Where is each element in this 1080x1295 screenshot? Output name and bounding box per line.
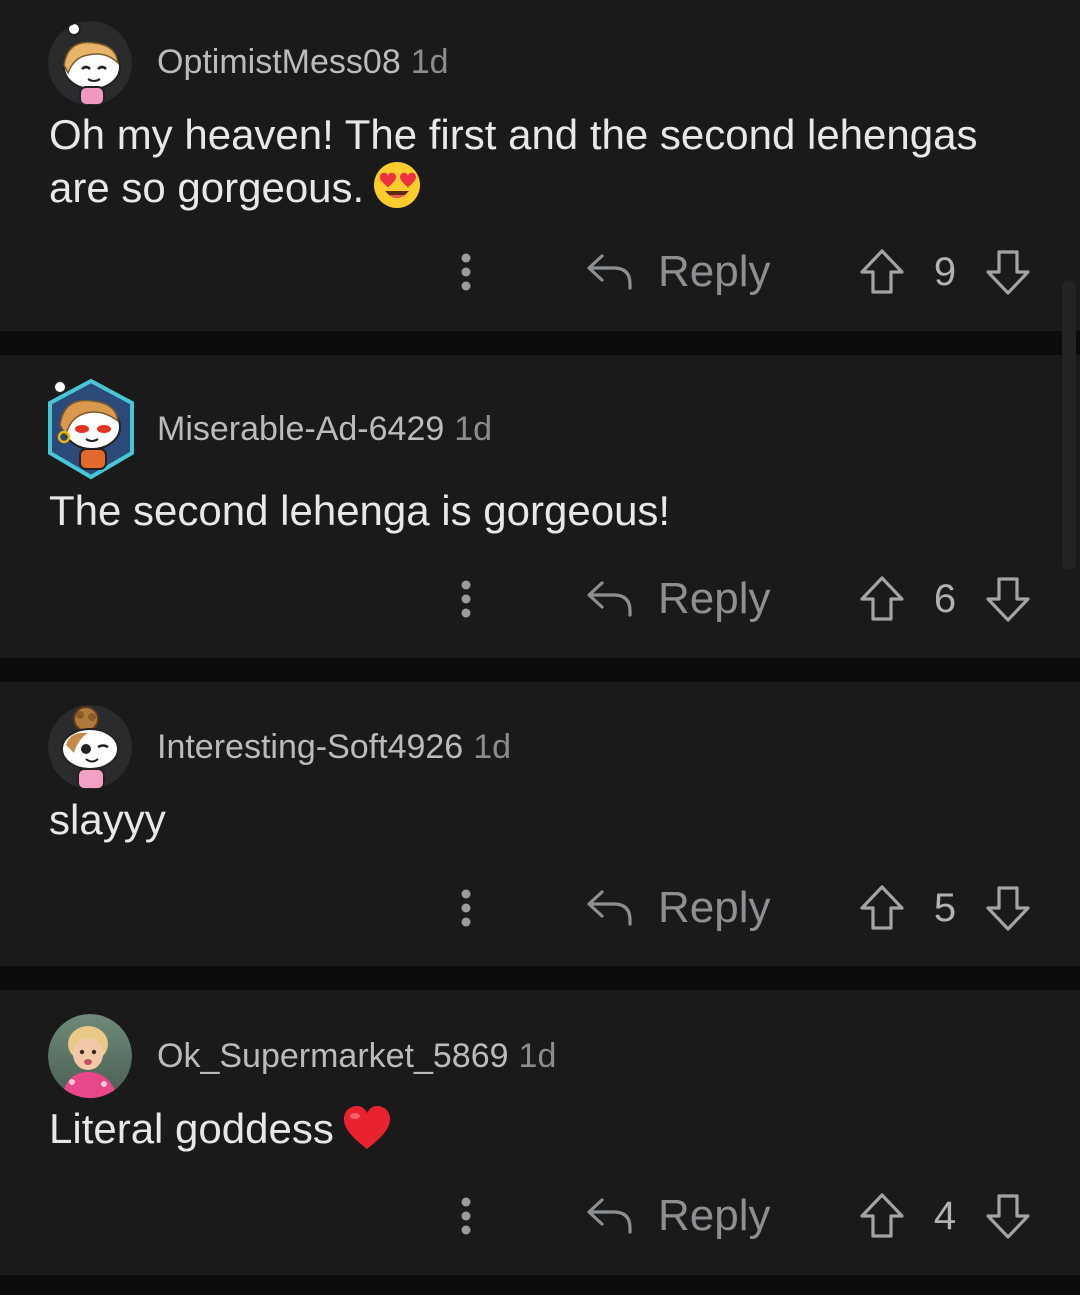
- downvote-arrow-icon: [986, 577, 1030, 622]
- upvote-arrow-icon: [860, 576, 904, 621]
- vote-score: 6: [933, 577, 957, 621]
- more-options-button[interactable]: [448, 1192, 484, 1240]
- comment-text: slayyy: [49, 796, 166, 843]
- reply-button[interactable]: Reply: [584, 1186, 784, 1246]
- scrollbar[interactable]: [1062, 280, 1076, 570]
- downvote-arrow-icon: [986, 886, 1030, 931]
- more-vertical-icon: [461, 1197, 471, 1235]
- reply-button[interactable]: Reply: [584, 569, 784, 629]
- upvote-arrow-icon: [860, 249, 904, 294]
- vote-score: 4: [933, 1194, 957, 1238]
- reply-arrow-icon: [587, 254, 632, 290]
- snoo-avatar-icon: [48, 378, 134, 480]
- vote-score: 5: [933, 886, 957, 930]
- reply-arrow-icon: [587, 1198, 632, 1234]
- comment: Miserable-Ad-6429 1d The second lehenga i…: [0, 355, 1080, 658]
- comment-age: 1d: [473, 728, 512, 766]
- upvote-button[interactable]: [856, 1190, 908, 1242]
- comment-body: The second lehenga is gorgeous!: [49, 486, 1040, 536]
- avatar[interactable]: [48, 21, 132, 105]
- heart-eyes-emoji-icon: [372, 160, 422, 221]
- vote-score: 9: [933, 250, 957, 294]
- comment-age: 1d: [454, 410, 493, 448]
- reply-button[interactable]: Reply: [584, 878, 784, 938]
- downvote-button[interactable]: [982, 1190, 1034, 1242]
- reply-arrow-icon: [587, 890, 632, 926]
- upvote-button[interactable]: [856, 246, 908, 298]
- comment-text: Literal goddess: [49, 1105, 334, 1152]
- reply-arrow-icon: [587, 581, 632, 617]
- more-vertical-icon: [461, 580, 471, 618]
- snoo-avatar-icon: [48, 705, 132, 789]
- upvote-arrow-icon: [860, 885, 904, 930]
- comment: Interesting-Soft4926 1d slayyy Reply 5: [0, 682, 1080, 966]
- more-vertical-icon: [461, 253, 471, 291]
- avatar[interactable]: [46, 377, 136, 481]
- downvote-button[interactable]: [982, 246, 1034, 298]
- snoo-avatar-icon: [48, 21, 132, 105]
- comment-actions: Reply 4: [0, 1186, 1080, 1246]
- comment-meta: Ok_Supermarket_5869 1d: [157, 1036, 556, 1076]
- reply-label: Reply: [658, 883, 771, 932]
- red-heart-emoji-icon: [342, 1105, 392, 1162]
- comment-actions: Reply 5: [0, 878, 1080, 938]
- upvote-button[interactable]: [856, 882, 908, 934]
- comment: Ok_Supermarket_5869 1d Literal goddess Re…: [0, 990, 1080, 1275]
- upvote-arrow-icon: [860, 1193, 904, 1238]
- comment-meta: OptimistMess08 1d: [157, 42, 449, 82]
- avatar[interactable]: [48, 705, 132, 789]
- comment-actions: Reply 9: [0, 242, 1080, 302]
- upvote-button[interactable]: [856, 573, 908, 625]
- reply-label: Reply: [658, 247, 771, 296]
- comment-body: Oh my heaven! The first and the second l…: [49, 110, 1040, 221]
- more-vertical-icon: [461, 889, 471, 927]
- comment-age: 1d: [518, 1037, 557, 1075]
- downvote-arrow-icon: [986, 250, 1030, 295]
- reply-button[interactable]: Reply: [584, 242, 784, 302]
- downvote-button[interactable]: [982, 882, 1034, 934]
- more-options-button[interactable]: [448, 575, 484, 623]
- comment-age: 1d: [410, 43, 449, 81]
- comment-body: slayyy: [49, 795, 1040, 845]
- username[interactable]: OptimistMess08: [157, 43, 401, 81]
- downvote-button[interactable]: [982, 573, 1034, 625]
- photo-avatar-icon: [48, 1014, 132, 1098]
- reply-label: Reply: [658, 574, 771, 623]
- reply-label: Reply: [658, 1191, 771, 1240]
- avatar[interactable]: [48, 1014, 132, 1098]
- username[interactable]: Interesting-Soft4926: [157, 728, 463, 766]
- comment-body: Literal goddess: [49, 1104, 1040, 1162]
- comment-actions: Reply 6: [0, 569, 1080, 629]
- more-options-button[interactable]: [448, 884, 484, 932]
- comment: OptimistMess08 1d Oh my heaven! The first…: [0, 0, 1080, 331]
- comment-meta: Interesting-Soft4926 1d: [157, 727, 511, 767]
- comment-text: Oh my heaven! The first and the second l…: [49, 111, 978, 211]
- username[interactable]: Ok_Supermarket_5869: [157, 1037, 509, 1075]
- downvote-arrow-icon: [986, 1194, 1030, 1239]
- comment-meta: Miserable-Ad-6429 1d: [157, 409, 492, 449]
- username[interactable]: Miserable-Ad-6429: [157, 410, 444, 448]
- comment-text: The second lehenga is gorgeous!: [49, 487, 671, 534]
- comment-feed: OptimistMess08 1d Oh my heaven! The first…: [0, 0, 1080, 1295]
- more-options-button[interactable]: [448, 248, 484, 296]
